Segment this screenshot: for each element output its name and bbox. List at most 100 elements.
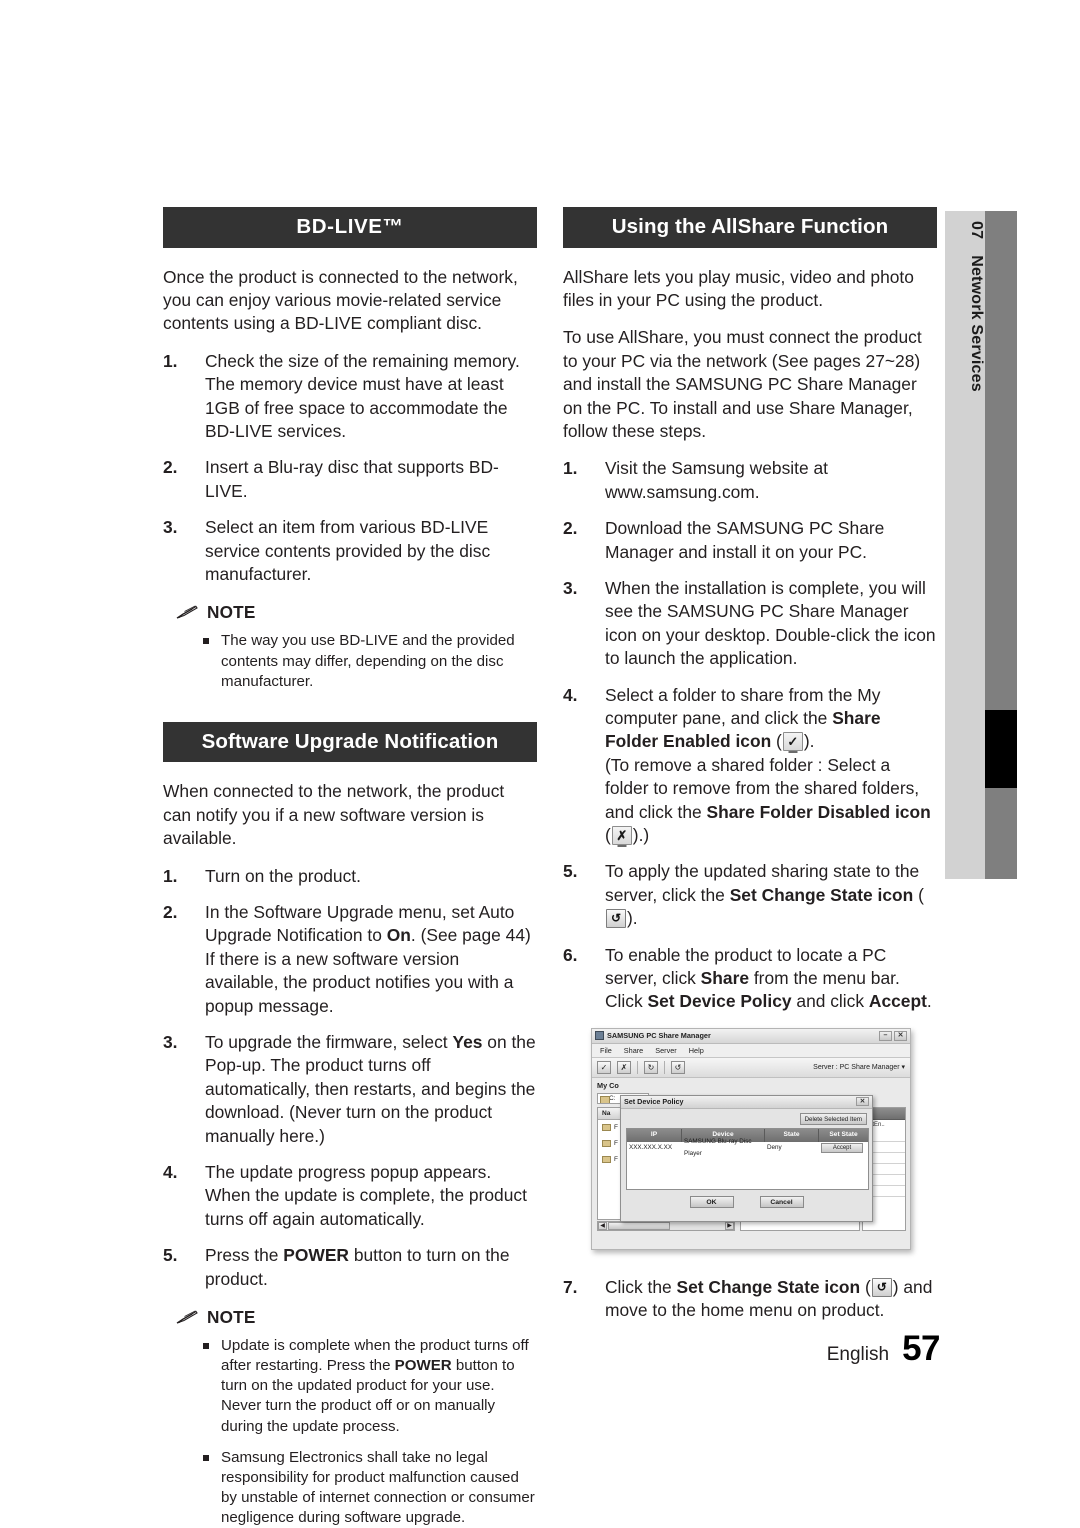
paren-open: ( <box>771 731 782 752</box>
menu-item-file[interactable]: File <box>600 1046 612 1055</box>
cell-state: Deny <box>767 1144 782 1152</box>
horizontal-scrollbar[interactable]: ◀ ▶ <box>597 1220 735 1231</box>
share-folder-enabled-icon: ✓ <box>782 732 803 752</box>
step-text: Check the size of the remaining memory. … <box>205 350 520 441</box>
step-text-pre: Press the <box>205 1245 284 1266</box>
list-item: 2. Download the SAMSUNG PC Share Manager… <box>563 517 937 564</box>
note-label: NOTE <box>207 1307 256 1328</box>
bullet-square-icon <box>203 1343 209 1350</box>
toolbar-separator <box>664 1060 665 1074</box>
side-tab-label: Network Services <box>968 255 985 392</box>
step-text-d: ).) <box>632 825 650 846</box>
folder-name: F <box>614 1156 618 1164</box>
screenshot-menubar: File Share Server Help <box>592 1043 910 1058</box>
list-item: 2. Insert a Blu-ray disc that supports B… <box>163 456 537 503</box>
step-text-bold: POWER <box>283 1245 349 1266</box>
accept-button[interactable]: Accept <box>821 1143 863 1154</box>
window-title: SAMSUNG PC Share Manager <box>607 1031 711 1041</box>
step-text: Visit the Samsung website at www.samsung… <box>605 458 828 502</box>
section-header-bdlive: BD-LIVE™ <box>163 207 537 248</box>
cell-set-state: Accept <box>819 1142 868 1154</box>
paren-open-2: ( <box>605 825 611 846</box>
pencil-icon <box>175 605 198 620</box>
list-item: 4. The update progress popup appears. Wh… <box>163 1161 537 1231</box>
step-bold-a: Set Change State icon <box>729 884 914 905</box>
toolbar-separator <box>637 1060 638 1074</box>
cell-ip: XXX.XXX.X.XX <box>629 1144 673 1152</box>
column-header-ip: IP <box>627 1128 682 1142</box>
side-bar-black <box>985 710 1017 788</box>
step-text: Turn on the product. <box>205 865 361 886</box>
step-number: 1. <box>563 458 578 479</box>
bdlive-notes: The way you use BD-LIVE and the provided… <box>163 631 537 691</box>
step-text-bold: On <box>386 925 411 946</box>
close-button[interactable]: ✕ <box>894 1030 907 1041</box>
scroll-right-arrow-icon[interactable]: ▶ <box>725 1221 734 1230</box>
refresh-icon[interactable]: ↻ <box>644 1060 658 1074</box>
step-text-b: ). <box>627 908 638 929</box>
menu-item-server[interactable]: Server <box>655 1046 677 1055</box>
folder-icon <box>602 1124 611 1132</box>
dialog-titlebar: Set Device Policy ✕ <box>621 1095 872 1109</box>
step-number: 1. <box>163 865 178 886</box>
step-number: 5. <box>163 1245 178 1266</box>
screenshot-titlebar: SAMSUNG PC Share Manager – ✕ <box>592 1028 910 1044</box>
step-number: 4. <box>163 1162 178 1183</box>
side-tab-network-services: 07 Network Services <box>945 211 985 879</box>
scroll-thumb[interactable] <box>608 1221 670 1230</box>
delete-selected-item-button[interactable]: Delete Selected Item <box>799 1112 867 1125</box>
step-text: Insert a Blu-ray disc that supports BD-L… <box>205 457 499 501</box>
allshare-intro-2: To use AllShare, you must connect the pr… <box>563 327 922 441</box>
paren-open: ( <box>913 884 924 905</box>
dialog-title: Set Device Policy <box>624 1097 684 1107</box>
step-text: The update progress popup appears. When … <box>205 1162 527 1229</box>
table-row[interactable]: XXX.XXX.X.XX SAMSUNG Blu-ray Disc Player… <box>627 1138 868 1157</box>
bdlive-intro: Once the product is connected to the net… <box>163 266 518 334</box>
page-footer: English 57 <box>827 1329 941 1369</box>
scroll-track[interactable] <box>607 1221 725 1230</box>
set-device-policy-dialog: Set Device Policy ✕ Delete Selected Item… <box>620 1094 873 1222</box>
minimize-button[interactable]: – <box>879 1030 892 1041</box>
bullet-square-icon <box>203 1454 209 1461</box>
note-label: NOTE <box>207 602 256 623</box>
pc-share-manager-screenshot: SAMSUNG PC Share Manager – ✕ File Share … <box>591 1027 911 1250</box>
share-folder-disabled-icon[interactable]: ✗ <box>617 1060 631 1074</box>
list-item: 3. Select an item from various BD-LIVE s… <box>163 516 537 586</box>
footer-page-number: 57 <box>902 1329 940 1368</box>
cell-device: SAMSUNG Blu-ray Disc Player <box>684 1138 752 1158</box>
step-bold-a: Set Change State icon <box>676 1276 861 1297</box>
set-change-state-icon: ↺ <box>871 1277 892 1297</box>
step-text-bold: Yes <box>452 1031 483 1052</box>
dialog-close-button[interactable]: ✕ <box>856 1097 869 1107</box>
list-item: 5. Press the POWER button to turn on the… <box>163 1244 537 1291</box>
step-text-e: . <box>926 991 932 1012</box>
scroll-left-arrow-icon[interactable]: ◀ <box>598 1221 607 1230</box>
bdlive-steps: 1. Check the size of the remaining memor… <box>163 350 537 587</box>
cancel-button[interactable]: Cancel <box>759 1195 804 1208</box>
list-item: Samsung Electronics shall take no legal … <box>163 1448 537 1528</box>
folder-icon <box>602 1140 611 1148</box>
server-selector[interactable]: Server : PC Share Manager ▾ <box>813 1063 905 1071</box>
column-header-set-state: Set State <box>829 1130 858 1138</box>
folder-name: F <box>614 1124 618 1132</box>
my-computer-label: My Co <box>597 1080 619 1090</box>
note-header-bdlive: NOTE <box>175 602 537 623</box>
ok-button[interactable]: OK <box>689 1195 734 1208</box>
set-change-state-icon: ↺ <box>606 909 626 929</box>
step-number: 7. <box>563 1276 578 1297</box>
list-item: 4. Select a folder to share from the My … <box>563 684 937 848</box>
list-item: 1. Visit the Samsung website at www.sams… <box>563 457 937 504</box>
share-folder-enabled-icon[interactable]: ✓ <box>597 1060 611 1074</box>
menu-item-help[interactable]: Help <box>689 1046 704 1055</box>
manual-page: BD-LIVE™ Once the product is connected t… <box>0 0 1080 1526</box>
column-header-state: State <box>765 1128 819 1142</box>
menu-item-share[interactable]: Share <box>624 1046 643 1055</box>
share-folder-disabled-icon: ✗ <box>611 826 632 846</box>
step-bold-b: Share Folder Disabled icon <box>706 801 931 822</box>
pencil-icon <box>175 1310 198 1325</box>
set-change-state-icon[interactable]: ↺ <box>671 1060 685 1074</box>
list-item: The way you use BD-LIVE and the provided… <box>163 631 537 691</box>
server-label: Server : PC Share Manager <box>813 1064 900 1072</box>
section-header-software-upgrade: Software Upgrade Notification <box>163 721 537 763</box>
list-item: Update is complete when the product turn… <box>163 1336 537 1437</box>
